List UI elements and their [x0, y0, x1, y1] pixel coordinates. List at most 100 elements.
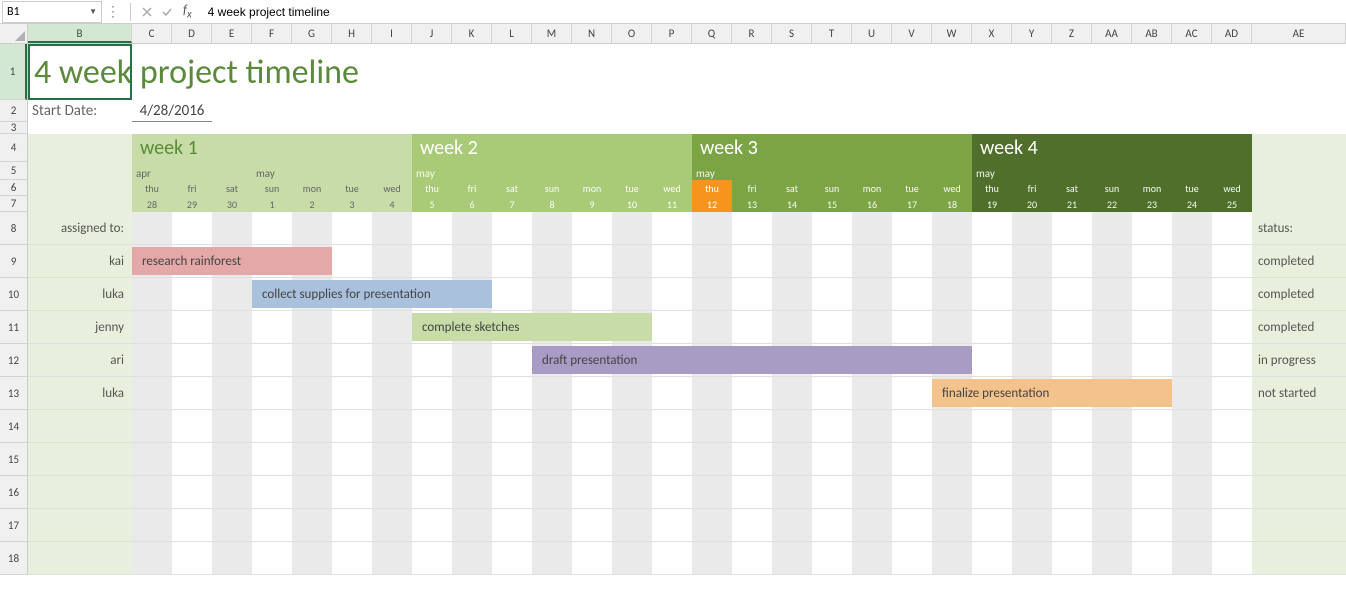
assignee-cell[interactable]: ari	[28, 344, 132, 376]
column-header-J[interactable]: J	[412, 24, 452, 43]
row-headers[interactable]: 123456789101112131415161718	[0, 44, 28, 575]
column-header-C[interactable]: C	[132, 24, 172, 43]
sheet-content[interactable]: 4 week project timeline Start Date: 4/28…	[28, 44, 1346, 575]
column-header-T[interactable]: T	[812, 24, 852, 43]
stripe	[1052, 344, 1092, 376]
column-header-O[interactable]: O	[612, 24, 652, 43]
empty-row[interactable]	[28, 410, 1346, 443]
row-header-10[interactable]: 10	[0, 278, 27, 311]
spreadsheet-grid[interactable]: BCDEFGHIJKLMNOPQRSTUVWXYZAAABACADAE 1234…	[0, 24, 1346, 616]
assignee-cell[interactable]: kai	[28, 245, 132, 277]
empty-assignee[interactable]	[28, 410, 132, 442]
column-header-W[interactable]: W	[932, 24, 972, 43]
column-header-L[interactable]: L	[492, 24, 532, 43]
row-header-16[interactable]: 16	[0, 476, 27, 509]
assignee-cell[interactable]: luka	[28, 377, 132, 409]
task-bar[interactable]: complete sketches	[412, 313, 652, 341]
column-header-V[interactable]: V	[892, 24, 932, 43]
column-header-AD[interactable]: AD	[1212, 24, 1252, 43]
task-bar[interactable]: finalize presentation	[932, 379, 1172, 407]
column-header-F[interactable]: F	[252, 24, 292, 43]
dropdown-icon[interactable]: ▼	[89, 7, 97, 17]
stripe	[1012, 344, 1052, 376]
formula-input[interactable]	[198, 5, 1346, 19]
fx-label[interactable]: fx	[183, 3, 192, 21]
column-header-E[interactable]: E	[212, 24, 252, 43]
column-header-S[interactable]: S	[772, 24, 812, 43]
empty-row[interactable]	[28, 476, 1346, 509]
row-header-6[interactable]: 6	[0, 180, 27, 196]
column-header-P[interactable]: P	[652, 24, 692, 43]
row-header-14[interactable]: 14	[0, 410, 27, 443]
row-header-9[interactable]: 9	[0, 245, 27, 278]
status-cell[interactable]: completed	[1252, 311, 1346, 343]
column-header-AE[interactable]: AE	[1252, 24, 1346, 43]
status-cell[interactable]: in progress	[1252, 344, 1346, 376]
assignee-cell[interactable]: luka	[28, 278, 132, 310]
stripe	[292, 311, 332, 343]
select-all-cells[interactable]	[0, 24, 28, 44]
empty-row[interactable]	[28, 509, 1346, 542]
empty-status[interactable]	[1252, 410, 1346, 442]
stripe	[1212, 344, 1252, 376]
column-header-Q[interactable]: Q	[692, 24, 732, 43]
status-cell[interactable]: not started	[1252, 377, 1346, 409]
status-cell[interactable]: completed	[1252, 278, 1346, 310]
row-header-4[interactable]: 4	[0, 134, 27, 162]
row-header-11[interactable]: 11	[0, 311, 27, 344]
row-header-5[interactable]: 5	[0, 162, 27, 180]
column-header-M[interactable]: M	[532, 24, 572, 43]
row-header-8[interactable]: 8	[0, 212, 27, 245]
stripe	[692, 410, 732, 442]
empty-row[interactable]	[28, 542, 1346, 575]
name-box[interactable]: B1 ▼	[2, 1, 102, 23]
row-header-17[interactable]: 17	[0, 509, 27, 542]
task-bar[interactable]: collect supplies for presentation	[252, 280, 492, 308]
empty-assignee[interactable]	[28, 509, 132, 541]
assignee-cell[interactable]: jenny	[28, 311, 132, 343]
column-header-H[interactable]: H	[332, 24, 372, 43]
row-header-1[interactable]: 1	[0, 44, 27, 100]
stripe	[572, 410, 612, 442]
empty-status[interactable]	[1252, 509, 1346, 541]
column-header-AA[interactable]: AA	[1092, 24, 1132, 43]
column-header-AB[interactable]: AB	[1132, 24, 1172, 43]
row-header-7[interactable]: 7	[0, 196, 27, 212]
row-header-15[interactable]: 15	[0, 443, 27, 476]
task-bar[interactable]: draft presentation	[532, 346, 972, 374]
column-header-N[interactable]: N	[572, 24, 612, 43]
column-header-Y[interactable]: Y	[1012, 24, 1052, 43]
column-header-X[interactable]: X	[972, 24, 1012, 43]
column-header-U[interactable]: U	[852, 24, 892, 43]
empty-status[interactable]	[1252, 476, 1346, 508]
start-date-value[interactable]: 4/28/2016	[132, 100, 212, 122]
stripe	[1012, 245, 1052, 277]
status-cell[interactable]: completed	[1252, 245, 1346, 277]
empty-assignee[interactable]	[28, 542, 132, 574]
empty-assignee[interactable]	[28, 476, 132, 508]
empty-status[interactable]	[1252, 443, 1346, 475]
row-header-3[interactable]: 3	[0, 122, 27, 134]
column-header-I[interactable]: I	[372, 24, 412, 43]
stripe	[972, 278, 1012, 310]
empty-row[interactable]	[28, 443, 1346, 476]
row-header-12[interactable]: 12	[0, 344, 27, 377]
column-header-R[interactable]: R	[732, 24, 772, 43]
cancel-formula-button[interactable]	[137, 2, 157, 22]
column-header-B[interactable]: B	[28, 24, 132, 43]
accept-formula-button[interactable]	[157, 2, 177, 22]
column-header-Z[interactable]: Z	[1052, 24, 1092, 43]
column-headers[interactable]: BCDEFGHIJKLMNOPQRSTUVWXYZAAABACADAE	[28, 24, 1346, 44]
column-header-AC[interactable]: AC	[1172, 24, 1212, 43]
column-header-D[interactable]: D	[172, 24, 212, 43]
row-header-2[interactable]: 2	[0, 100, 27, 122]
empty-assignee[interactable]	[28, 443, 132, 475]
row-header-13[interactable]: 13	[0, 377, 27, 410]
row-header-18[interactable]: 18	[0, 542, 27, 575]
page-title[interactable]: 4 week project timeline	[28, 44, 359, 100]
column-header-G[interactable]: G	[292, 24, 332, 43]
task-bar[interactable]: research rainforest	[132, 247, 332, 275]
column-header-K[interactable]: K	[452, 24, 492, 43]
empty-status[interactable]	[1252, 542, 1346, 574]
weekday-22: sun	[1092, 180, 1132, 196]
